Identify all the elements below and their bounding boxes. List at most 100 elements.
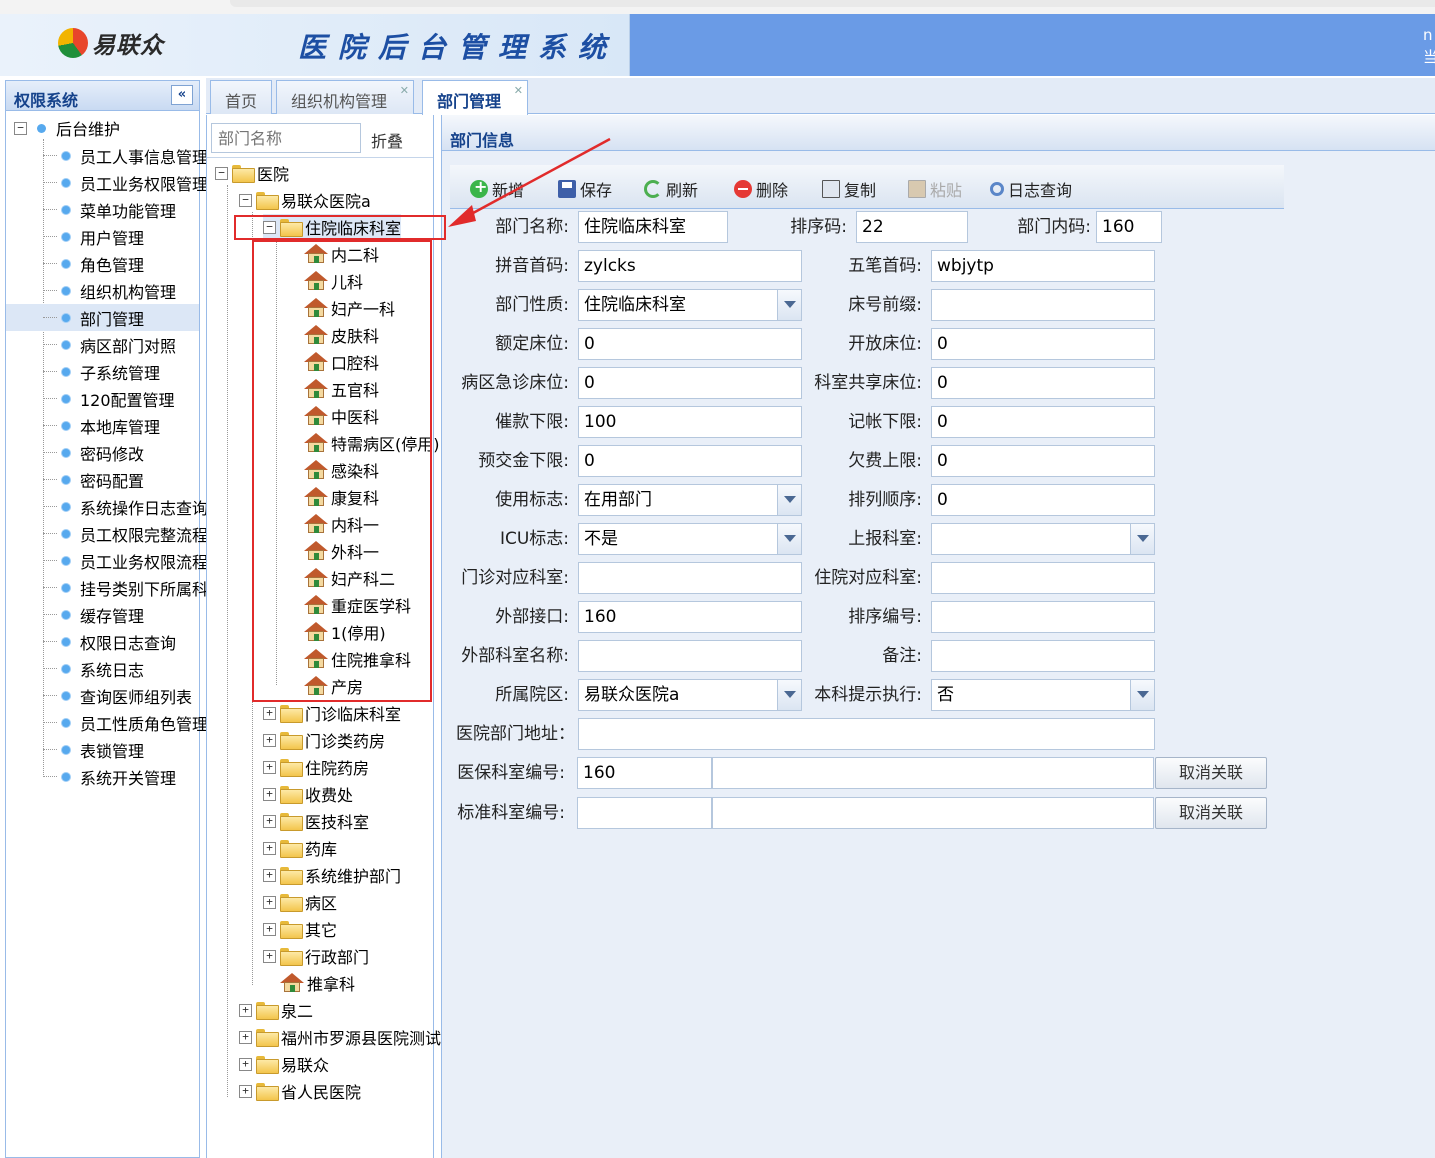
standard-code-input[interactable] [577, 797, 712, 829]
open-beds-input[interactable]: 0 [931, 328, 1155, 360]
arrears-limit-input[interactable]: 0 [931, 445, 1155, 477]
tree-group-node[interactable]: + 收费处 [263, 781, 353, 807]
expand-toggle-icon[interactable]: + [263, 868, 276, 882]
pinyin-input[interactable]: zylcks [578, 250, 802, 282]
tree-org-node[interactable]: + 易联众 [239, 1051, 329, 1077]
chevron-down-icon[interactable] [777, 290, 801, 320]
tree-group-node[interactable]: + 门诊类药房 [263, 727, 385, 753]
chevron-down-icon[interactable] [1130, 524, 1154, 554]
cancel-standard-link-button[interactable]: 取消关联 [1155, 797, 1267, 829]
expand-toggle-icon[interactable]: + [239, 1003, 252, 1017]
expand-toggle-icon[interactable]: + [263, 760, 276, 774]
order-input[interactable]: 0 [931, 484, 1155, 516]
delete-button[interactable]: 删除 [734, 177, 788, 201]
expand-toggle-icon[interactable]: + [263, 895, 276, 909]
tab-dept-management[interactable]: 部门管理 ✕ [422, 80, 529, 115]
tree-group-node[interactable]: + 系统维护部门 [263, 862, 401, 888]
refresh-button[interactable]: 刷新 [644, 177, 698, 201]
nav-root-node[interactable]: − 后台维护 [14, 117, 120, 139]
expand-toggle-icon[interactable]: + [263, 706, 276, 720]
tree-root-node[interactable]: − 医院 [215, 160, 289, 186]
nav-item[interactable]: 员工业务权限流程 [6, 547, 208, 574]
tree-org-node[interactable]: + 省人民医院 [239, 1078, 361, 1104]
expand-toggle-icon[interactable]: + [263, 922, 276, 936]
deposit-limit-input[interactable]: 0 [578, 445, 802, 477]
chevron-down-icon[interactable] [777, 680, 801, 710]
nav-item[interactable]: 系统日志 [6, 655, 199, 682]
tree-group-node[interactable]: + 医技科室 [263, 808, 369, 834]
insurance-code-extra-input[interactable] [712, 757, 1154, 789]
tree-group-node[interactable]: + 行政部门 [263, 943, 369, 969]
expand-toggle-icon[interactable]: + [239, 1057, 252, 1071]
expand-toggle-icon[interactable]: + [263, 814, 276, 828]
tree-hospital-node[interactable]: − 易联众医院a [239, 187, 371, 213]
nav-item[interactable]: 查询医师组列表 [6, 682, 199, 709]
credit-limit-input[interactable]: 0 [931, 406, 1155, 438]
tree-group-node[interactable]: + 其它 [263, 916, 337, 942]
copy-button[interactable]: 复制 [822, 177, 876, 201]
close-tab-icon[interactable]: ✕ [400, 84, 409, 97]
nav-item[interactable]: 员工业务权限管理 [6, 169, 208, 196]
expand-toggle-icon[interactable]: + [263, 841, 276, 855]
shared-beds-input[interactable]: 0 [931, 367, 1155, 399]
campus-select[interactable]: 易联众医院a [578, 679, 802, 711]
tree-group-node[interactable]: + 门诊临床科室 [263, 700, 401, 726]
nav-item[interactable]: 系统开关管理 [6, 763, 199, 790]
chevron-down-icon[interactable] [777, 485, 801, 515]
close-tab-icon[interactable]: ✕ [514, 84, 523, 97]
dept-type-select[interactable]: 住院临床科室 [578, 289, 802, 321]
remark-input[interactable] [931, 640, 1155, 672]
outpatient-dept-input[interactable] [578, 562, 802, 594]
standard-code-extra-input[interactable] [712, 797, 1154, 829]
rated-beds-input[interactable]: 0 [578, 328, 802, 360]
nav-item[interactable]: 120配置管理 [6, 385, 199, 412]
fold-button[interactable]: 折叠 [371, 128, 403, 152]
sort-code-input[interactable]: 22 [856, 211, 968, 243]
paste-button[interactable]: 粘贴 [908, 177, 962, 201]
nav-item[interactable]: 密码配置 [6, 466, 199, 493]
nav-item[interactable]: 权限日志查询 [6, 628, 199, 655]
expand-toggle-icon[interactable]: + [239, 1030, 252, 1044]
expand-toggle-icon[interactable]: + [263, 733, 276, 747]
ext-interface-input[interactable]: 160 [578, 601, 802, 633]
tree-org-node[interactable]: + 福州市罗源县医院测试 [239, 1024, 441, 1050]
expand-toggle-icon[interactable]: + [239, 1084, 252, 1098]
chevron-down-icon[interactable] [777, 524, 801, 554]
expand-toggle-icon[interactable]: + [263, 949, 276, 963]
collapse-toggle-icon[interactable]: − [239, 193, 252, 207]
tree-dept-node[interactable]: 推拿科 [280, 970, 355, 996]
usage-flag-select[interactable]: 在用部门 [578, 484, 802, 516]
address-input[interactable] [578, 718, 1155, 750]
nav-item[interactable]: 表锁管理 [6, 736, 199, 763]
bed-prefix-input[interactable] [931, 289, 1155, 321]
nav-item[interactable]: 本地库管理 [6, 412, 199, 439]
collapse-nav-button[interactable]: « [171, 85, 193, 105]
nav-item[interactable]: 系统操作日志查询 [6, 493, 208, 520]
nav-item[interactable]: 员工性质角色管理 [6, 709, 208, 736]
nav-item[interactable]: 部门管理 [6, 304, 199, 331]
nav-item[interactable]: 组织机构管理 [6, 277, 199, 304]
nav-item[interactable]: 员工权限完整流程 [6, 520, 208, 547]
nav-item[interactable]: 缓存管理 [6, 601, 199, 628]
icu-flag-select[interactable]: 不是 [578, 523, 802, 555]
report-dept-select[interactable] [931, 523, 1155, 555]
prompt-exec-select[interactable]: 否 [931, 679, 1155, 711]
tab-org-management[interactable]: 组织机构管理 ✕ [276, 80, 415, 114]
log-search-button[interactable]: 日志查询 [990, 177, 1072, 201]
chevron-down-icon[interactable] [1130, 680, 1154, 710]
nav-item[interactable]: 密码修改 [6, 439, 199, 466]
wubi-input[interactable]: wbjytp [931, 250, 1155, 282]
sort-number-input[interactable] [931, 601, 1155, 633]
tree-group-node[interactable]: + 病区 [263, 889, 337, 915]
inner-code-input[interactable]: 160 [1096, 211, 1162, 243]
header-user-text[interactable]: n 当 [1423, 24, 1435, 68]
nav-item[interactable]: 病区部门对照 [6, 331, 199, 358]
nav-item[interactable]: 角色管理 [6, 250, 199, 277]
cancel-insurance-link-button[interactable]: 取消关联 [1155, 757, 1267, 789]
nav-item[interactable]: 子系统管理 [6, 358, 199, 385]
nav-item[interactable]: 用户管理 [6, 223, 199, 250]
inpatient-dept-input[interactable] [931, 562, 1155, 594]
nav-item[interactable]: 员工人事信息管理 [6, 142, 208, 169]
tree-group-node[interactable]: + 住院药房 [263, 754, 369, 780]
emergency-beds-input[interactable]: 0 [578, 367, 802, 399]
